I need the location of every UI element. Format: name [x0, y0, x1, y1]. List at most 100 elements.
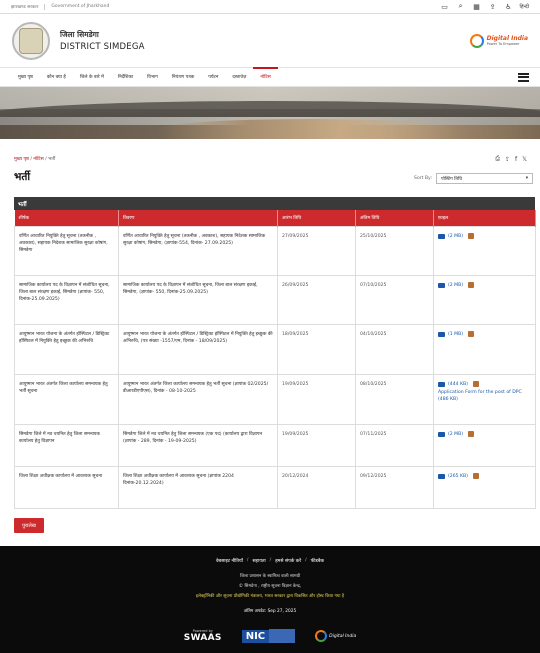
row-description: सिमडेगा जिले में नव चयनित हेतु जिला समन्…: [118, 423, 278, 467]
digital-india-logo[interactable]: Digital India Power To Empower: [469, 33, 528, 48]
table-caption: भर्ती: [14, 197, 535, 210]
site-title-english: DISTRICT SIMDEGA: [60, 41, 145, 52]
row-start-date: 18/09/2025: [277, 323, 356, 375]
site-header: जिला सिमडेगा DISTRICT SIMDEGA Digital In…: [0, 14, 540, 67]
download-link[interactable]: (2 MB): [448, 233, 463, 240]
gov-en-link[interactable]: Government of Jharkhand: [44, 3, 109, 10]
jharkhand-emblem-logo[interactable]: [12, 21, 50, 60]
row-title: आयुष्मान भारत योजना के अंतर्गत हॉस्पिटल …: [14, 323, 119, 375]
download-link[interactable]: (2 MB): [448, 431, 463, 438]
application-form-link[interactable]: Application Form for the post of DPC (48…: [438, 389, 531, 403]
download-link[interactable]: (265 KB): [448, 473, 468, 480]
footer-link-policies[interactable]: वेबसाइट नीतियाँ: [216, 558, 243, 564]
nav-documents[interactable]: दस्तावेज़: [225, 68, 253, 86]
hero-banner-image: [0, 87, 540, 139]
nic-logo[interactable]: NIC: [241, 629, 296, 643]
footer-link-feedback[interactable]: फीडबैक: [311, 558, 324, 564]
site-title-hindi: जिला सिमडेगा: [60, 29, 99, 39]
twitter-x-icon[interactable]: 𝕏: [522, 156, 527, 163]
top-bar: झारखण्ड सरकार Government of Jharkhand ▭ …: [0, 0, 540, 14]
footer-developed-by[interactable]: इलेक्ट्रॉनिकी और सूचना प्रौद्योगिकी मंत्…: [0, 593, 540, 599]
row-start-date: 26/09/2025: [277, 274, 356, 325]
share-tools: ⎙ ⇪ f 𝕏: [495, 155, 527, 163]
footer-logos: Powered by SWAAS NIC Digital India: [0, 629, 540, 643]
breadcrumb-notices[interactable]: नोटिस: [33, 157, 43, 162]
gov-hi-link[interactable]: झारखण्ड सरकार: [11, 4, 38, 10]
col-start-date[interactable]: आरंभ तिथि: [277, 210, 356, 226]
row-end-date: 09/12/2025: [355, 465, 434, 509]
table-row: जिला शिक्षा अधीक्षक कार्यालय में आवश्यक …: [14, 465, 536, 509]
nav-directory[interactable]: निर्देशिका: [111, 68, 140, 86]
row-start-date: 19/09/2025: [277, 373, 356, 425]
breadcrumb-home[interactable]: मुख्य पृष्ठ: [14, 157, 29, 162]
col-end-date[interactable]: अंतिम तिथि: [355, 210, 434, 226]
row-start-date: 20/12/2024: [277, 465, 356, 509]
digital-india-footer-logo[interactable]: Digital India: [315, 630, 356, 642]
search-icon[interactable]: ⌕: [456, 2, 466, 12]
col-title[interactable]: शीर्षक: [14, 210, 119, 226]
nav-control-sheet[interactable]: नियंत्रण पत्रक: [165, 68, 201, 86]
row-description: जिला शिक्षा अधीक्षक कार्यालय में आवश्यक …: [118, 465, 278, 509]
row-title: वर्णित आधारित नियुक्ति हेतु सूचना (तकनीक…: [14, 225, 119, 276]
external-link-icon[interactable]: [468, 431, 475, 437]
skip-to-content-icon[interactable]: ▭: [440, 2, 450, 12]
external-link-icon[interactable]: [468, 233, 475, 239]
gov-links: झारखण्ड सरकार Government of Jharkhand: [11, 3, 109, 10]
breadcrumb-current: भर्ती: [48, 157, 56, 162]
external-link-icon[interactable]: [472, 381, 479, 387]
sort-label: Sort By:: [414, 176, 432, 181]
row-title: आयुष्मान भारत अंतर्गत जिला कार्यालय समन्…: [14, 373, 119, 425]
breadcrumb: मुख्य पृष्ठ / नोटिस / भर्ती: [14, 157, 56, 162]
site-title[interactable]: जिला सिमडेगा DISTRICT SIMDEGA: [60, 30, 145, 52]
table-row: आयुष्मान भारत अंतर्गत जिला कार्यालय समन्…: [14, 373, 536, 425]
download-link[interactable]: (1 MB): [448, 331, 463, 338]
digital-india-icon: [469, 33, 484, 48]
pdf-icon: [438, 331, 445, 337]
download-link[interactable]: (444 KB): [448, 381, 468, 388]
facebook-icon[interactable]: f: [515, 156, 517, 163]
pdf-icon: [438, 282, 445, 288]
print-icon[interactable]: ⎙: [495, 155, 500, 163]
col-description[interactable]: विवरण: [118, 210, 278, 226]
main-nav: मुख्य पृष्ठ कौन क्या है जिले के बारे में…: [0, 67, 540, 87]
table-header-row: शीर्षक विवरण आरंभ तिथि अंतिम तिथि फ़ाइल: [14, 210, 536, 226]
table-row: सिमडेगा जिले में नव चयनित हेतु जिला समन्…: [14, 423, 536, 467]
footer-links: वेबसाइट नीतियाँ / सहायता / हमसे संपर्क करे…: [215, 558, 325, 564]
table-row: आयुष्मान भारत योजना के अंतर्गत हॉस्पिटल …: [14, 323, 536, 375]
nav-home[interactable]: मुख्य पृष्ठ: [11, 68, 40, 86]
nav-tourism[interactable]: पर्यटन: [201, 68, 225, 86]
swaas-logo[interactable]: Powered by SWAAS: [184, 629, 222, 643]
external-link-icon[interactable]: [468, 282, 475, 288]
external-link-icon[interactable]: [468, 331, 475, 337]
language-switch[interactable]: हिन्दी: [520, 4, 529, 10]
footer-ownership: जिला प्रशासन के स्वामित्व वाली सामग्री: [239, 574, 301, 579]
row-description: वर्णित आधारित नियुक्ति हेतु सूचना (तकनीक…: [118, 225, 278, 276]
external-link-icon[interactable]: [472, 473, 479, 479]
footer-link-help[interactable]: सहायता: [252, 558, 265, 564]
nav-notices[interactable]: नोटिस: [253, 67, 279, 86]
nav-departments[interactable]: विभाग: [140, 68, 165, 86]
row-description: सामाजिक कार्यालय पद के विज्ञापन में संशो…: [118, 274, 278, 325]
chevron-down-icon: ▾: [525, 176, 528, 181]
download-link[interactable]: (2 MB): [448, 282, 463, 289]
digital-india-icon: [315, 630, 328, 642]
share-icon[interactable]: ⇪: [488, 2, 498, 12]
nav-about-district[interactable]: जिले के बारे में: [73, 68, 111, 86]
share-icon[interactable]: ⇪: [505, 156, 510, 163]
col-file[interactable]: फ़ाइल: [433, 210, 536, 226]
row-title: जिला शिक्षा अधीक्षक कार्यालय में आवश्यक …: [14, 465, 119, 509]
footer-link-contact[interactable]: हमसे संपर्क करें: [275, 558, 301, 564]
nav-whos-who[interactable]: कौन क्या है: [40, 68, 73, 86]
row-end-date: 25/10/2025: [355, 225, 434, 276]
footer-last-updated: अंतिम अपडेट: Sep 27, 2025: [243, 609, 297, 614]
sitemap-icon[interactable]: ▦: [472, 2, 482, 12]
accessibility-icon[interactable]: ♿: [504, 2, 514, 12]
menu-hamburger-icon[interactable]: [518, 72, 529, 82]
sort-select[interactable]: पोस्टिंग तिथि ▾: [436, 173, 533, 184]
row-title: सिमडेगा जिले में नव चयनित हेतु जिला समन्…: [14, 423, 119, 467]
pdf-icon: [438, 473, 445, 479]
pdf-icon: [438, 233, 445, 239]
row-end-date: 08/10/2025: [355, 373, 434, 425]
archive-button[interactable]: पुरालेख: [14, 518, 44, 533]
row-description: आयुष्मान भारत अंतर्गत जिला कार्यालय समन्…: [118, 373, 278, 425]
